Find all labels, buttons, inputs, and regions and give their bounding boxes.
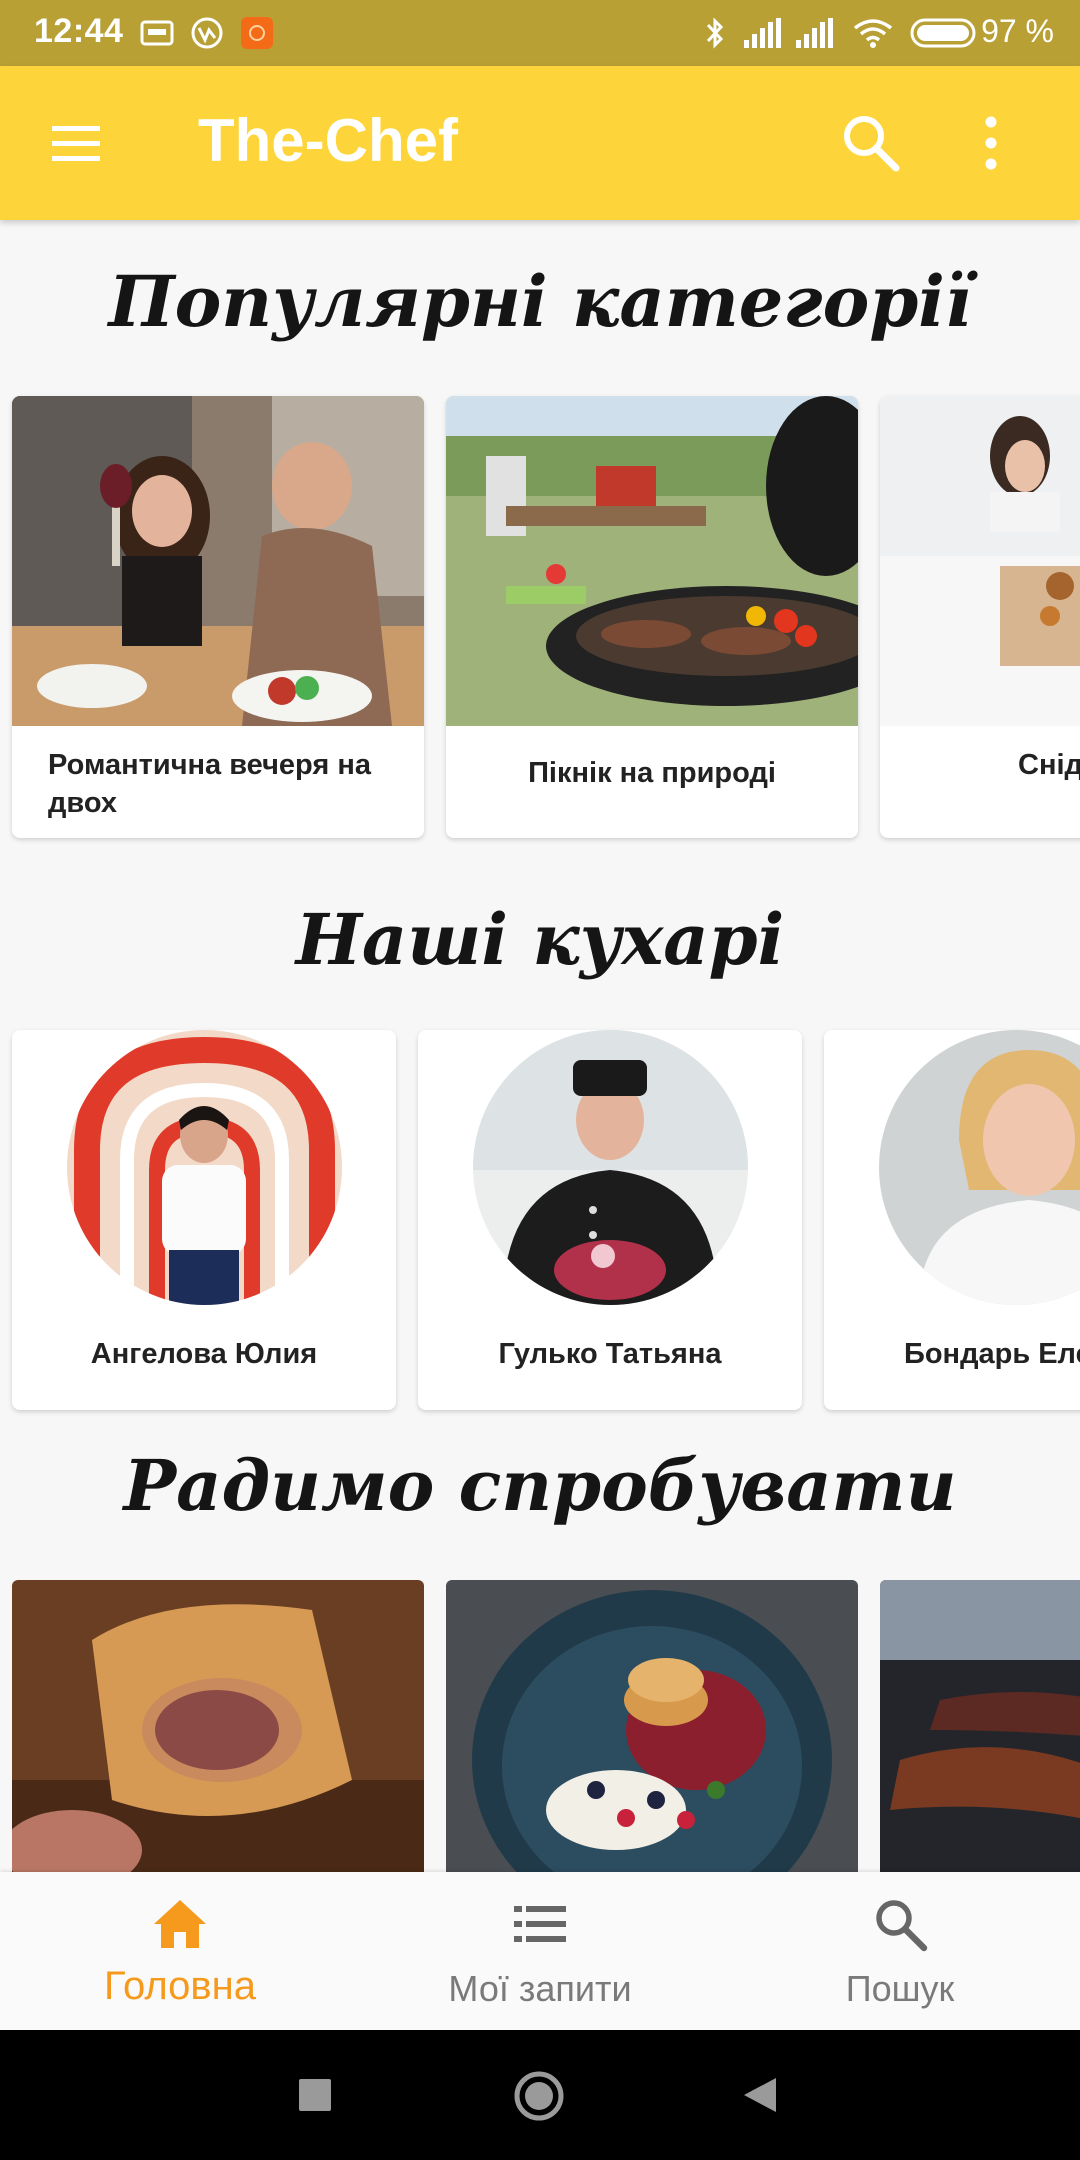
nav-my-requests[interactable]: Мої запити bbox=[360, 1872, 720, 2030]
chef-card[interactable]: Бондарь Еле bbox=[824, 1030, 1080, 1410]
bottom-navigation: Головна Мої запити Пошук bbox=[0, 1872, 1080, 2030]
system-navigation bbox=[0, 2030, 1080, 2160]
category-card-breakfast[interactable]: Снід bbox=[880, 396, 1080, 838]
app-bar: The-Chef bbox=[0, 66, 1080, 220]
wifi-icon bbox=[853, 19, 893, 48]
battery-percent: 97 % bbox=[981, 13, 1054, 49]
nav-home[interactable]: Головна bbox=[0, 1872, 360, 2030]
chef-avatar bbox=[879, 1030, 1080, 1305]
chef-card[interactable]: Гулько Татьяна bbox=[418, 1030, 802, 1410]
category-label: Снід bbox=[1018, 749, 1080, 781]
menu-icon[interactable] bbox=[48, 116, 104, 172]
category-card-romantic[interactable]: Романтична вечеря на двох bbox=[12, 396, 424, 838]
chef-avatar bbox=[473, 1030, 748, 1305]
category-card-picnic[interactable]: Пікнік на природі bbox=[446, 396, 858, 838]
home-circle-icon[interactable] bbox=[513, 2070, 565, 2122]
search-icon bbox=[876, 1900, 928, 1952]
nav-search[interactable]: Пошук bbox=[720, 1872, 1080, 2030]
recents-square-icon[interactable] bbox=[298, 2078, 332, 2112]
signal-icon bbox=[796, 18, 833, 48]
app-title: The-Chef bbox=[198, 107, 458, 174]
section-title-chefs: Наші кухарі bbox=[295, 898, 785, 981]
battery-icon bbox=[910, 18, 976, 48]
chef-card[interactable]: Ангелова Юлия bbox=[12, 1030, 396, 1410]
bluetooth-icon bbox=[706, 17, 724, 49]
vitality-icon bbox=[191, 17, 223, 49]
signal-icon bbox=[744, 18, 781, 48]
status-bar: 12:44 97 % bbox=[0, 0, 1080, 66]
category-image-picnic bbox=[446, 396, 858, 726]
app-notification-icon bbox=[241, 17, 273, 49]
search-icon[interactable] bbox=[838, 110, 904, 176]
home-content[interactable]: Популярні категорії Романтична вечеря на… bbox=[0, 220, 1080, 1872]
list-icon bbox=[514, 1906, 566, 1942]
category-label: Пікнік на природі bbox=[528, 757, 776, 789]
back-triangle-icon[interactable] bbox=[742, 2076, 778, 2114]
vpn-key-icon bbox=[140, 20, 174, 46]
category-image-romantic bbox=[12, 396, 424, 726]
dish-image-pancakes[interactable] bbox=[446, 1580, 858, 1872]
category-label: Романтична вечеря на двох bbox=[48, 749, 372, 819]
category-image-breakfast bbox=[880, 396, 1080, 726]
chef-avatar bbox=[67, 1030, 342, 1305]
nav-my-requests-label: Мої запити bbox=[448, 1968, 632, 2009]
home-icon bbox=[154, 1900, 206, 1948]
status-time: 12:44 bbox=[34, 12, 124, 50]
dish-image-grill[interactable] bbox=[880, 1580, 1080, 1872]
more-vert-icon[interactable] bbox=[966, 110, 1016, 176]
chef-name: Ангелова Юлия bbox=[90, 1338, 318, 1370]
chef-name: Гулько Татьяна bbox=[498, 1338, 722, 1370]
nav-search-label: Пошук bbox=[845, 1968, 955, 2009]
nav-home-label: Головна bbox=[104, 1964, 256, 2008]
dish-image-wellington[interactable] bbox=[12, 1580, 424, 1872]
chef-name: Бондарь Еле bbox=[904, 1338, 1080, 1370]
section-title-try: Радимо спробувати bbox=[123, 1444, 957, 1527]
section-title-popular: Популярні категорії bbox=[108, 260, 972, 343]
